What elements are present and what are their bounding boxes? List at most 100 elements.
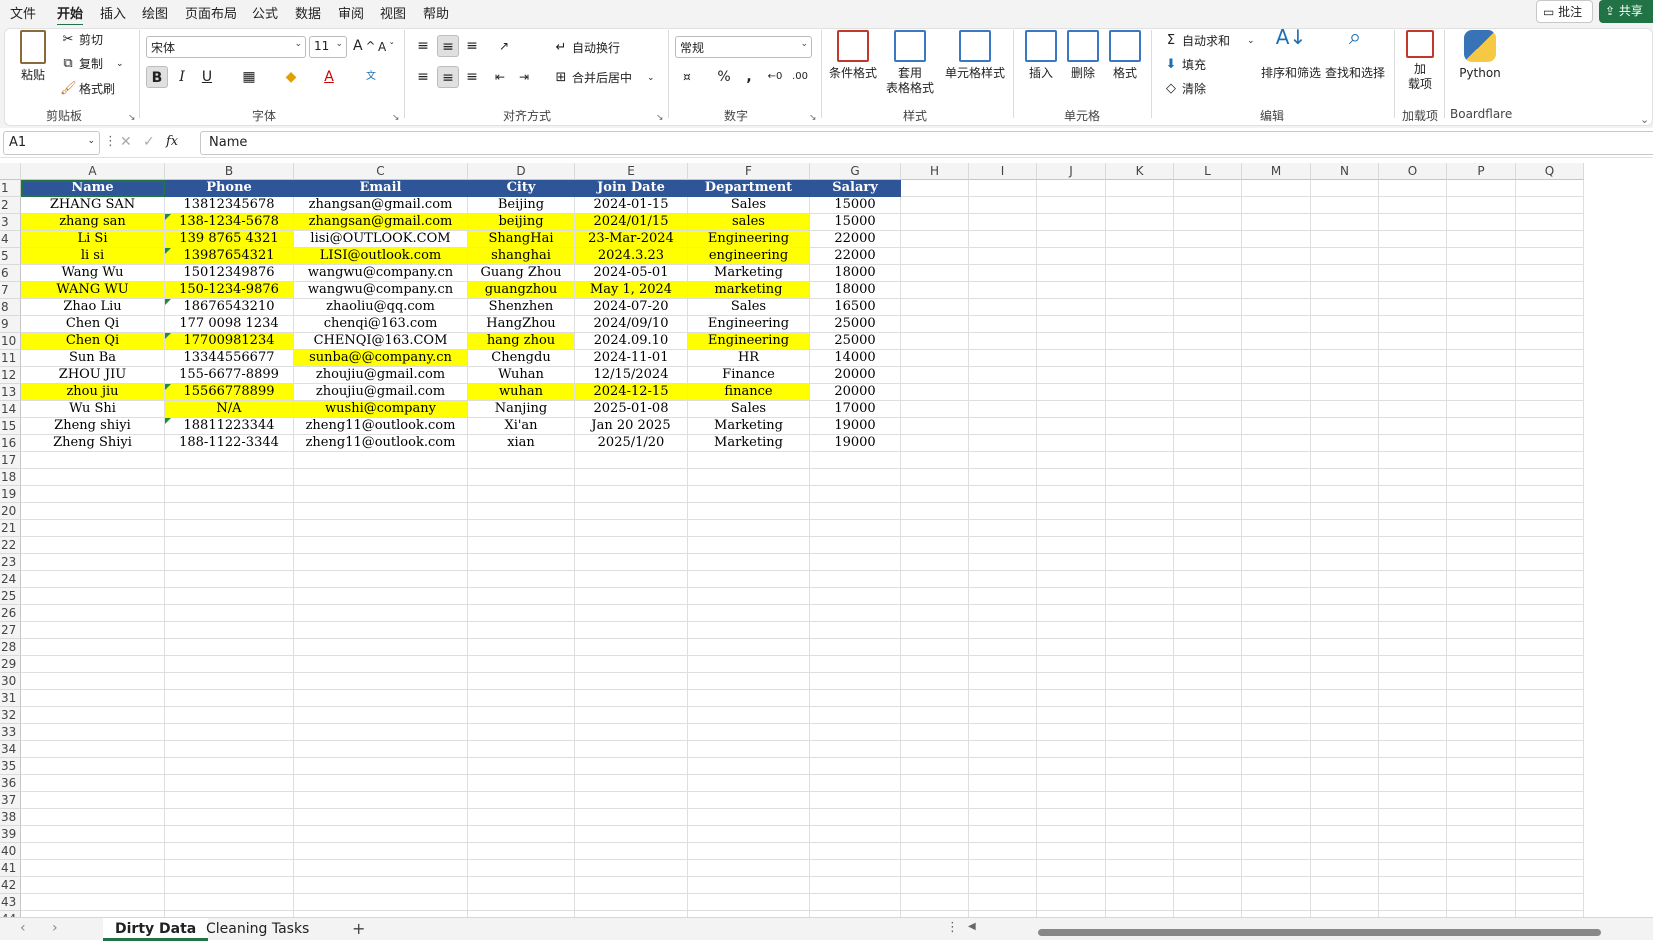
empty-cell[interactable] xyxy=(21,554,165,571)
empty-cell[interactable] xyxy=(810,605,901,622)
data-cell[interactable]: HangZhou xyxy=(468,316,575,333)
empty-cell[interactable] xyxy=(810,503,901,520)
row-header-36[interactable]: 36 xyxy=(0,775,21,792)
row-header-32[interactable]: 32 xyxy=(0,707,21,724)
empty-cell[interactable] xyxy=(1447,384,1516,401)
empty-cell[interactable] xyxy=(21,894,165,911)
empty-cell[interactable] xyxy=(294,894,468,911)
empty-cell[interactable] xyxy=(1106,384,1174,401)
empty-cell[interactable] xyxy=(969,537,1037,554)
empty-cell[interactable] xyxy=(1037,537,1106,554)
empty-cell[interactable] xyxy=(165,724,294,741)
empty-cell[interactable] xyxy=(1174,894,1242,911)
empty-cell[interactable] xyxy=(901,639,969,656)
launcher-icon[interactable]: ↘ xyxy=(809,113,817,123)
empty-cell[interactable] xyxy=(1447,707,1516,724)
data-cell[interactable]: 17700981234 xyxy=(165,333,294,350)
empty-cell[interactable] xyxy=(1516,571,1584,588)
header-cell[interactable]: Department xyxy=(688,180,810,197)
empty-cell[interactable] xyxy=(688,469,810,486)
empty-cell[interactable] xyxy=(1379,741,1447,758)
empty-cell[interactable] xyxy=(969,775,1037,792)
data-cell[interactable]: 18000 xyxy=(810,282,901,299)
empty-cell[interactable] xyxy=(969,843,1037,860)
empty-cell[interactable] xyxy=(575,537,688,554)
empty-cell[interactable] xyxy=(901,469,969,486)
empty-cell[interactable] xyxy=(468,826,575,843)
underline-button[interactable]: U xyxy=(196,66,218,88)
data-cell[interactable]: shanghai xyxy=(468,248,575,265)
empty-cell[interactable] xyxy=(1106,894,1174,911)
empty-cell[interactable] xyxy=(21,605,165,622)
data-cell[interactable]: 15566778899 xyxy=(165,384,294,401)
empty-cell[interactable] xyxy=(165,639,294,656)
row-header-33[interactable]: 33 xyxy=(0,724,21,741)
sheet-tab-dirty-data[interactable]: Dirty Data xyxy=(103,918,209,941)
format-as-table-button[interactable]: 套用 表格格式 xyxy=(880,30,940,96)
empty-cell[interactable] xyxy=(1106,248,1174,265)
empty-cell[interactable] xyxy=(575,894,688,911)
empty-cell[interactable] xyxy=(1174,214,1242,231)
empty-cell[interactable] xyxy=(294,826,468,843)
empty-cell[interactable] xyxy=(1242,265,1311,282)
empty-cell[interactable] xyxy=(21,877,165,894)
empty-cell[interactable] xyxy=(810,622,901,639)
empty-cell[interactable] xyxy=(165,605,294,622)
data-cell[interactable]: Wuhan xyxy=(468,367,575,384)
empty-cell[interactable] xyxy=(1106,860,1174,877)
empty-cell[interactable] xyxy=(165,622,294,639)
empty-cell[interactable] xyxy=(294,690,468,707)
empty-cell[interactable] xyxy=(1379,860,1447,877)
data-cell[interactable]: 2024/01/15 xyxy=(575,214,688,231)
empty-cell[interactable] xyxy=(688,503,810,520)
row-header-19[interactable]: 19 xyxy=(0,486,21,503)
empty-cell[interactable] xyxy=(294,860,468,877)
empty-cell[interactable] xyxy=(294,707,468,724)
header-cell[interactable]: Salary xyxy=(810,180,901,197)
empty-cell[interactable] xyxy=(21,537,165,554)
empty-cell[interactable] xyxy=(901,843,969,860)
empty-cell[interactable] xyxy=(1379,707,1447,724)
column-header-m[interactable]: M xyxy=(1242,163,1311,180)
empty-cell[interactable] xyxy=(575,877,688,894)
data-cell[interactable]: zhou jiu xyxy=(21,384,165,401)
empty-cell[interactable] xyxy=(1037,571,1106,588)
row-header-26[interactable]: 26 xyxy=(0,605,21,622)
data-cell[interactable]: 177 0098 1234 xyxy=(165,316,294,333)
row-header-15[interactable]: 15 xyxy=(0,418,21,435)
empty-cell[interactable] xyxy=(1447,622,1516,639)
empty-cell[interactable] xyxy=(1447,741,1516,758)
empty-cell[interactable] xyxy=(810,775,901,792)
empty-cell[interactable] xyxy=(1311,333,1379,350)
empty-cell[interactable] xyxy=(1516,452,1584,469)
empty-cell[interactable] xyxy=(165,503,294,520)
add-sheet-button[interactable]: + xyxy=(352,919,365,938)
empty-cell[interactable] xyxy=(1174,180,1242,197)
empty-cell[interactable] xyxy=(1516,826,1584,843)
empty-cell[interactable] xyxy=(1447,231,1516,248)
column-header-n[interactable]: N xyxy=(1311,163,1379,180)
empty-cell[interactable] xyxy=(901,554,969,571)
empty-cell[interactable] xyxy=(1037,741,1106,758)
row-header-43[interactable]: 43 xyxy=(0,894,21,911)
empty-cell[interactable] xyxy=(1447,180,1516,197)
empty-cell[interactable] xyxy=(1174,724,1242,741)
empty-cell[interactable] xyxy=(1037,554,1106,571)
empty-cell[interactable] xyxy=(1242,860,1311,877)
empty-cell[interactable] xyxy=(1242,571,1311,588)
row-header-11[interactable]: 11 xyxy=(0,350,21,367)
empty-cell[interactable] xyxy=(294,469,468,486)
empty-cell[interactable] xyxy=(1379,537,1447,554)
empty-cell[interactable] xyxy=(575,469,688,486)
empty-cell[interactable] xyxy=(1516,639,1584,656)
empty-cell[interactable] xyxy=(1037,656,1106,673)
empty-cell[interactable] xyxy=(901,605,969,622)
row-header-3[interactable]: 3 xyxy=(0,214,21,231)
empty-cell[interactable] xyxy=(969,690,1037,707)
empty-cell[interactable] xyxy=(901,571,969,588)
empty-cell[interactable] xyxy=(810,554,901,571)
empty-cell[interactable] xyxy=(1379,452,1447,469)
empty-cell[interactable] xyxy=(1242,707,1311,724)
data-cell[interactable]: wuhan xyxy=(468,384,575,401)
empty-cell[interactable] xyxy=(468,809,575,826)
